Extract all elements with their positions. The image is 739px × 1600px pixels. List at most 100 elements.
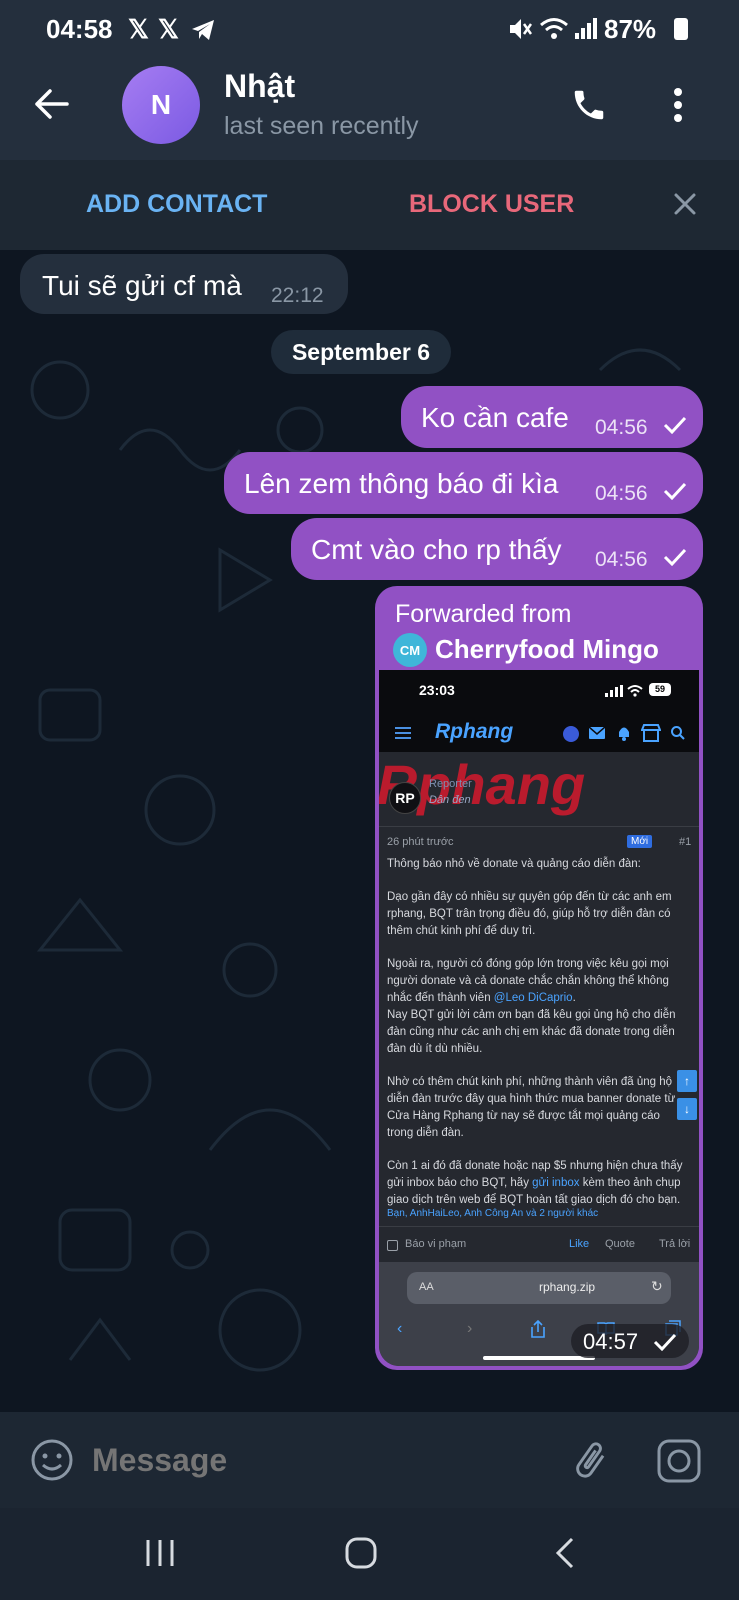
phone-icon[interactable] — [570, 86, 608, 124]
ss-divider — [379, 1226, 699, 1227]
block-user-button[interactable]: BLOCK USER — [409, 190, 574, 219]
ss-title: Thông báo nhỏ về donate và quảng cáo diễ… — [387, 858, 641, 870]
ss-bell-icon — [619, 727, 629, 741]
ss-url-field: AA rphang.zip ↻ — [407, 1272, 671, 1304]
ss-reply-button: Trả lời — [659, 1238, 691, 1250]
ss-reload-icon: ↻ — [651, 1278, 663, 1294]
contact-name[interactable]: Nhật — [224, 68, 295, 105]
ss-globe-icon — [563, 726, 579, 742]
check-icon — [663, 416, 687, 434]
ss-avatar: RP — [389, 782, 421, 814]
ss-back-icon: ‹ — [397, 1320, 403, 1337]
ss-clock: 23:03 — [419, 682, 455, 698]
last-seen-status: last seen recently — [224, 112, 419, 140]
ss-post-number: #1 — [679, 836, 692, 848]
attach-icon[interactable] — [568, 1438, 612, 1482]
message-text: Tui sẽ gửi cf mà — [42, 270, 242, 301]
mute-icon — [510, 19, 532, 39]
home-icon[interactable] — [344, 1536, 378, 1570]
message-time: 04:57 — [583, 1329, 639, 1354]
forwarded-screenshot[interactable]: 23:03 59 Rphang Rphang RP Reporter Dân đ… — [379, 670, 699, 1366]
ss-paragraph: Dạo gần đây có nhiều sự quyên góp đến từ… — [387, 891, 672, 937]
ss-logo: Rphang — [435, 720, 514, 743]
message-time: 04:56 — [595, 548, 648, 571]
ss-share-icon — [531, 1320, 545, 1338]
emoji-icon[interactable] — [30, 1438, 74, 1482]
ss-checkbox — [387, 1240, 398, 1251]
battery-level: 87% — [604, 14, 657, 44]
back-icon[interactable] — [554, 1536, 576, 1570]
ss-quote-button: Quote — [605, 1238, 635, 1250]
message-bubble-outgoing[interactable]: Ko cần cafe 04:56 — [401, 386, 703, 448]
back-arrow-icon[interactable] — [34, 88, 70, 120]
message-text: Ko cần cafe — [421, 402, 569, 433]
ss-signal-icon — [605, 685, 623, 697]
message-time: 22:12 — [271, 284, 324, 307]
recent-apps-icon[interactable] — [144, 1538, 176, 1568]
close-icon[interactable] — [673, 192, 697, 216]
chat-header: N Nhật last seen recently — [0, 56, 739, 160]
more-options-icon[interactable] — [670, 86, 686, 124]
wifi-icon — [540, 18, 568, 39]
ss-role: Reporter — [429, 778, 472, 790]
ss-divider — [379, 826, 699, 827]
ss-paragraph: Còn 1 ai đó đã donate hoặc nạp $5 nhưng … — [387, 1160, 683, 1206]
forward-source-name[interactable]: Cherryfood Mingo — [435, 634, 659, 665]
telegram-icon — [192, 20, 214, 40]
battery-icon — [674, 18, 688, 40]
system-nav-bar — [0, 1508, 739, 1600]
signal-icon — [575, 18, 597, 39]
ss-scroll-down-icon: ↓ — [677, 1098, 697, 1120]
message-time: 04:56 — [595, 482, 648, 505]
ss-store-icon — [641, 724, 661, 742]
forwarded-message-bubble[interactable]: Forwarded from CM Cherryfood Mingo 23:03… — [375, 586, 703, 1370]
ss-mail-icon — [589, 727, 605, 739]
avatar[interactable]: N — [122, 66, 200, 144]
ss-search-icon — [671, 726, 685, 740]
ss-home-indicator — [483, 1356, 595, 1360]
message-composer — [0, 1412, 739, 1508]
check-icon — [663, 548, 687, 566]
chat-area[interactable]: Tui sẽ gửi cf mà 22:12 September 6 Ko cầ… — [0, 250, 739, 1412]
message-bubble-outgoing[interactable]: Cmt vào cho rp thấy 04:56 — [291, 518, 703, 580]
message-input[interactable] — [92, 1434, 532, 1486]
check-icon — [663, 482, 687, 500]
ss-new-badge: Mới — [627, 835, 653, 848]
ss-paragraph: Nhờ có thêm chút kinh phí, những thành v… — [387, 1076, 676, 1139]
date-separator: September 6 — [271, 330, 451, 374]
ss-top-bar: 23:03 59 Rphang — [379, 670, 699, 752]
ss-inbox-link[interactable]: gửi inbox — [532, 1177, 579, 1189]
ss-paragraph: Ngoài ra, người có đóng góp lớn trong vi… — [387, 958, 669, 1004]
clock: 04:58 — [46, 14, 113, 44]
message-bubble-outgoing[interactable]: Lên zem thông báo đi kìa 04:56 — [224, 452, 703, 514]
ss-battery: 59 — [649, 683, 671, 696]
status-bar: 04:58 𝕏 𝕏 87% — [0, 0, 739, 56]
ss-paragraph: Nay BQT gửi lời cảm ơn bạn đã kêu gọi ủn… — [387, 1009, 676, 1055]
ss-reactions: Bạn, AnhHaiLeo, Anh Công An và 2 người k… — [387, 1208, 599, 1219]
ss-post-body: Thông báo nhỏ về donate và quảng cáo diễ… — [387, 856, 687, 1209]
ss-report-link: Báo vi phạm — [405, 1238, 467, 1250]
message-bubble-incoming[interactable]: Tui sẽ gửi cf mà 22:12 — [20, 254, 348, 314]
ss-wifi-icon — [627, 685, 643, 697]
ss-like-button: Like — [569, 1238, 590, 1250]
ss-mention-link[interactable]: @Leo DiCaprio — [494, 992, 573, 1004]
ss-scroll-up-icon: ↑ — [677, 1070, 697, 1092]
message-text: Cmt vào cho rp thấy — [311, 534, 562, 565]
add-contact-button[interactable]: ADD CONTACT — [86, 190, 267, 219]
check-icon — [653, 1333, 677, 1351]
camera-icon[interactable] — [656, 1438, 702, 1484]
ss-text-size: AA — [419, 1281, 434, 1293]
ss-rank: Dân đen — [429, 794, 471, 806]
message-text: Lên zem thông báo đi kìa — [244, 468, 559, 499]
timestamp-pill: 04:57 — [571, 1324, 689, 1358]
x-icon: 𝕏 — [128, 14, 149, 44]
source-avatar: CM — [393, 633, 427, 667]
ss-forward-icon: › — [467, 1320, 473, 1337]
ss-post-age: 26 phút trước — [387, 836, 454, 848]
x-icon: 𝕏 — [158, 14, 179, 44]
forwarded-label: Forwarded from — [395, 600, 572, 628]
contact-action-bar: ADD CONTACT BLOCK USER — [0, 160, 739, 250]
ss-url: rphang.zip — [539, 1280, 596, 1294]
ss-watermark-logo: Rphang — [379, 753, 586, 816]
message-time: 04:56 — [595, 416, 648, 439]
